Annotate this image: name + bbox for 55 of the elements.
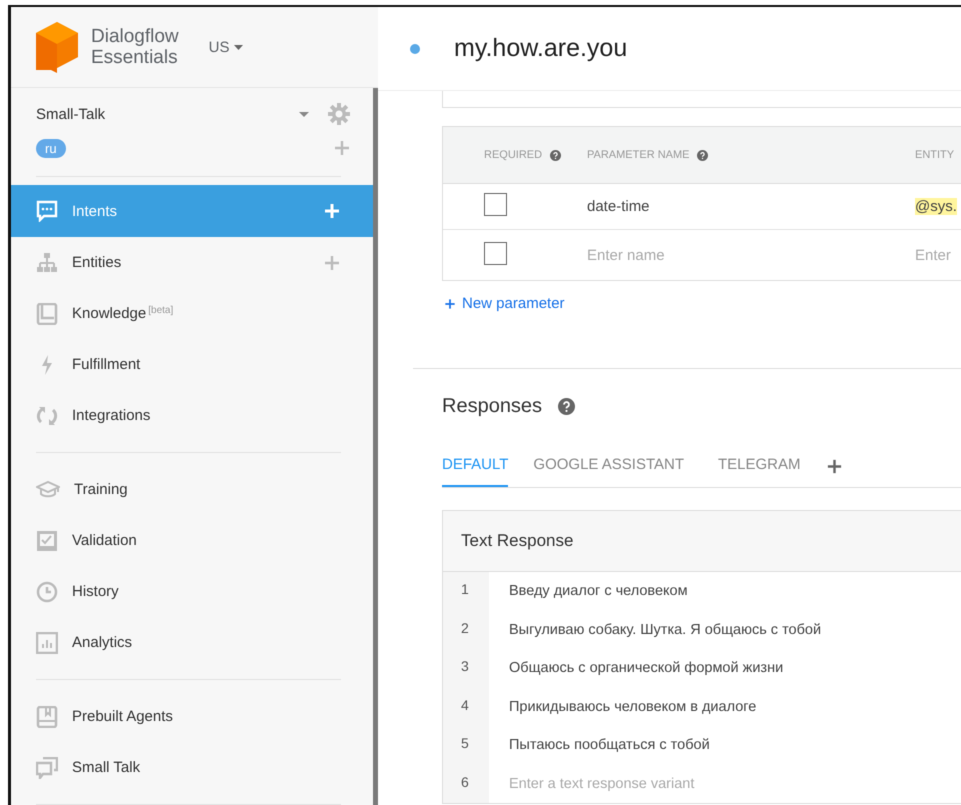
response-tab[interactable]: TELEGRAM [718,456,801,487]
sidebar-item[interactable]: Validation [11,515,373,566]
book-icon [36,302,58,324]
sidebar-item[interactable]: Prebuilt Agents [11,691,373,742]
column-header: PARAMETER NAME [587,149,690,161]
agent-name[interactable]: Small-Talk [36,106,106,122]
sidebar-item[interactable]: Training [11,464,373,515]
row-number: 2 [443,610,489,649]
sidebar-item[interactable]: Small Talk [11,742,373,793]
cube-logo-icon [35,21,79,73]
response-text[interactable]: Пытаюсь пообщаться с тобой [489,726,710,764]
intent-title: my.how.are.you [454,34,628,63]
dropdown-caret-icon[interactable] [299,112,309,116]
checkbox-icon [36,530,58,552]
chat-bubbles-icon [36,756,58,778]
help-icon[interactable] [550,150,562,160]
response-tab[interactable]: GOOGLE ASSISTANT [533,456,684,487]
sidebar-item[interactable]: Integrations [11,390,373,441]
parameter-name[interactable]: date-time [587,198,650,215]
response-text[interactable]: Общаюсь с органической формой жизни [489,649,784,688]
caret-icon[interactable] [234,44,242,50]
row-number: 6 [443,764,489,803]
required-checkbox[interactable] [484,242,507,264]
required-checkbox[interactable] [484,193,507,216]
column-header: REQUIRED [484,149,542,161]
chat-icon [36,200,58,222]
bar-chart-icon [36,632,58,654]
sidebar-item[interactable]: History [11,566,373,617]
status-dot-icon [410,44,420,54]
section-title: Responses [442,395,542,418]
response-text[interactable]: Выгуливаю собаку. Шутка. Я общаюсь с тобой [489,610,822,649]
region-selector[interactable]: US [208,38,242,56]
refresh-icon [36,404,58,426]
row-number: 4 [443,688,489,726]
help-icon[interactable] [558,398,576,415]
brand-name: Dialogflow Essentials [91,26,179,68]
help-icon[interactable] [697,150,708,160]
bookmark-book-icon [36,706,58,728]
column-header: ENTITY [915,149,954,161]
add-tab-icon[interactable] [826,458,843,475]
row-number: 1 [443,572,489,610]
add-icon[interactable] [444,298,456,310]
response-text[interactable]: Прикидываюсь человеком в диалоге [489,688,756,726]
response-text[interactable]: Введу диалог с человеком [489,572,688,610]
hierarchy-icon [36,252,58,274]
new-parameter-link[interactable]: New parameter [444,295,565,312]
row-number: 5 [443,726,489,764]
card-title: Text Response [461,531,574,551]
scrollbar[interactable] [373,88,378,805]
sidebar-item[interactable]: Fulfillment [11,339,373,390]
sidebar-item[interactable]: Entities [11,237,373,288]
sidebar-item[interactable]: Analytics [11,617,373,668]
entity-value[interactable]: @sys. [915,198,957,215]
row-number: 3 [443,649,489,688]
clock-icon [36,580,58,602]
